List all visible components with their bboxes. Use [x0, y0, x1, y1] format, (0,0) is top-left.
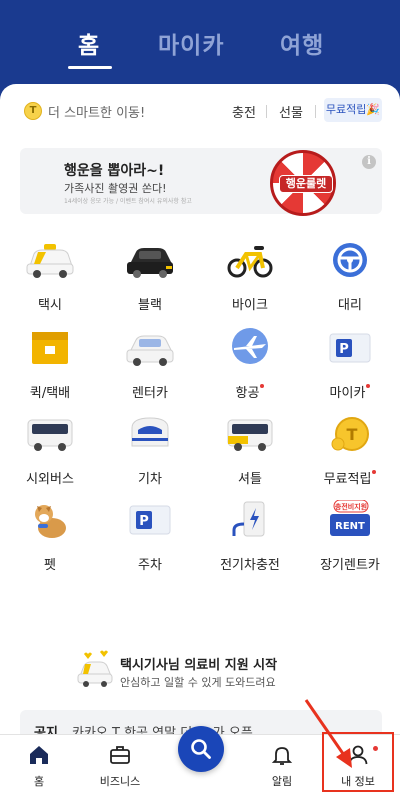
shuttle-icon [227, 419, 273, 451]
divider [315, 105, 316, 118]
wheel-label: 행운룰렛 [279, 175, 333, 193]
service-label: 시외버스 [26, 472, 74, 487]
service-label: 장기렌트카 [320, 558, 380, 573]
airplane-icon [232, 328, 268, 364]
service-driver[interactable]: 대리 [304, 240, 394, 320]
service-ev-charging[interactable]: 전기차충전 [204, 500, 294, 580]
service-pet[interactable]: 펫 [4, 500, 94, 580]
tagline: 더 스마트한 이동! [48, 106, 146, 121]
service-delivery[interactable]: 퀵/택배 [4, 328, 94, 408]
service-label: 블랙 [138, 298, 162, 313]
sub-bar: T 더 스마트한 이동! 충전 선물 무료적립🎉 [0, 92, 400, 128]
parking-ticket-icon: P [329, 333, 371, 363]
taxi-hearts-icon [77, 650, 113, 687]
promo-title: 택시기사님 의료비 지원 시작 [120, 658, 278, 673]
nav-label: 알림 [271, 775, 293, 788]
black-car-icon [127, 248, 173, 278]
main-sheet: T 더 스마트한 이동! 충전 선물 무료적립🎉 행운을 뽑아라~! 가족사진 … [0, 84, 400, 808]
service-label: 택시 [38, 298, 62, 313]
search-icon [191, 739, 211, 759]
nav-label: 홈 [33, 775, 45, 788]
service-free-points[interactable]: T 무료적립 [304, 414, 394, 494]
top-tab-bar: 홈 마이카 여행 [0, 0, 400, 84]
rental-car-icon [126, 335, 174, 366]
home-icon [30, 746, 48, 764]
free-points-button[interactable]: 무료적립🎉 [324, 98, 382, 122]
service-label: 퀵/택배 [29, 386, 71, 401]
annotation-highlight-box [322, 732, 394, 792]
tab-home[interactable]: 홈 [78, 26, 100, 60]
svg-text:P: P [339, 342, 349, 357]
service-label: 렌터카 [132, 386, 168, 401]
service-mycar[interactable]: P 마이카 [304, 328, 394, 408]
service-label: 기차 [138, 472, 162, 487]
steering-wheel-icon [333, 243, 367, 277]
event-banner[interactable]: 행운을 뽑아라~! 가족사진 촬영권 쏜다! 14세이상 응모 가능 / 이벤트… [20, 148, 382, 216]
tab-travel[interactable]: 여행 [280, 26, 324, 60]
svg-text:T: T [347, 425, 358, 444]
service-label: 주차 [138, 558, 162, 573]
service-rentcar[interactable]: 렌터카 [104, 328, 194, 408]
service-label: 셔틀 [238, 472, 262, 487]
divider [266, 105, 267, 118]
taxi-icon [26, 244, 74, 278]
info-icon[interactable]: i [362, 155, 376, 169]
coin-icon: T [331, 417, 369, 451]
charge-link[interactable]: 충전 [232, 102, 256, 121]
bike-icon [227, 246, 273, 278]
banner-title: 행운을 뽑아라~! [64, 163, 165, 179]
nav-home[interactable]: 홈 [4, 735, 74, 805]
promo-banner[interactable]: 택시기사님 의료비 지원 시작 안심하고 일할 수 있게 도와드려요 [0, 634, 400, 714]
service-black[interactable]: 블랙 [104, 240, 194, 320]
rent-icon: RENT 충전비지원 [330, 500, 370, 536]
nav-label: 비즈니스 [99, 775, 141, 788]
service-label: 바이크 [232, 298, 268, 313]
service-parking[interactable]: P 주차 [104, 500, 194, 580]
service-label: 대리 [338, 298, 362, 313]
service-taxi[interactable]: 택시 [4, 240, 94, 320]
search-button[interactable] [178, 726, 224, 772]
nav-notifications[interactable]: 알림 [247, 735, 317, 805]
service-train[interactable]: 기차 [104, 414, 194, 494]
service-shuttle[interactable]: 셔틀 [204, 414, 294, 494]
service-label: 항공 [204, 382, 296, 401]
bus-icon [27, 419, 73, 451]
service-label: 펫 [44, 558, 56, 573]
banner-subtitle: 가족사진 촬영권 쏜다! [64, 182, 167, 195]
rent-badge: 충전비지원 [335, 502, 367, 511]
parking-icon: P [129, 505, 171, 535]
service-flight[interactable]: 항공 [204, 328, 294, 408]
new-dot [372, 470, 377, 474]
bell-icon [271, 747, 293, 765]
active-tab-indicator [68, 66, 112, 69]
ev-charger-icon [232, 501, 265, 537]
service-long-term-rent[interactable]: RENT 충전비지원 장기렌트카 [304, 500, 394, 580]
new-dot [260, 384, 265, 388]
service-intercity-bus[interactable]: 시외버스 [4, 414, 94, 494]
rent-sign: RENT [335, 521, 365, 532]
train-icon [131, 417, 169, 447]
svg-text:P: P [139, 514, 149, 529]
service-label: 전기차충전 [220, 558, 280, 573]
tab-mycar[interactable]: 마이카 [158, 26, 224, 60]
promo-subtitle: 안심하고 일할 수 있게 도와드려요 [120, 676, 276, 689]
t-coin-icon: T [24, 102, 42, 120]
roulette-wheel-icon: 행운룰렛 [270, 150, 336, 216]
box-icon [32, 332, 68, 364]
new-dot [366, 384, 371, 388]
briefcase-icon [110, 746, 130, 764]
service-bike[interactable]: 바이크 [204, 240, 294, 320]
service-label: 무료적립 [304, 468, 396, 487]
service-label: 마이카 [304, 382, 396, 401]
dog-icon [35, 505, 66, 538]
banner-fine-print: 14세이상 응모 가능 / 이벤트 참여시 유의사항 참고 [64, 198, 192, 205]
nav-business[interactable]: 비즈니스 [85, 735, 155, 805]
gift-link[interactable]: 선물 [279, 102, 303, 121]
